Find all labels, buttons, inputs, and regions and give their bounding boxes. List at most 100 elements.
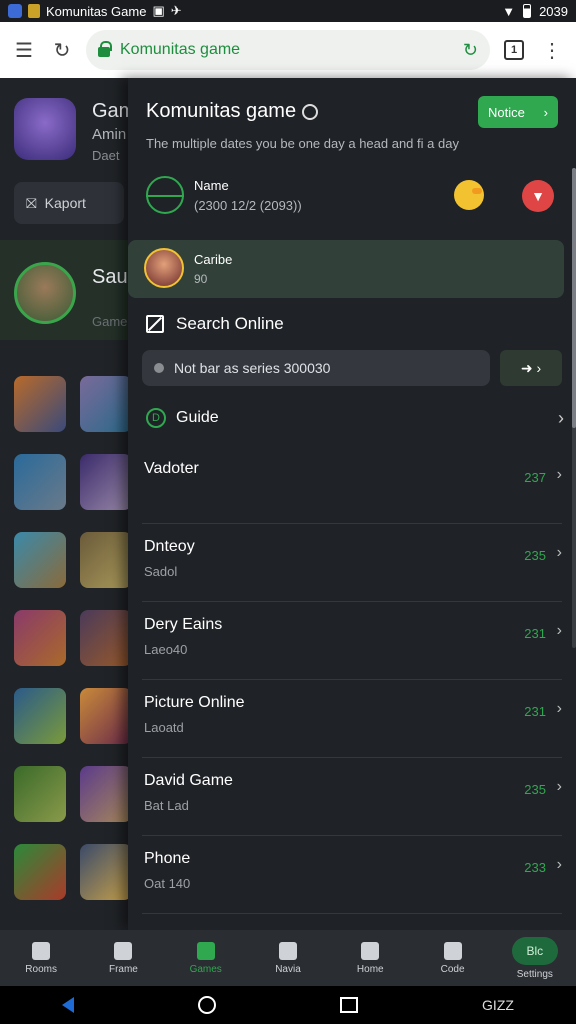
nav-label: Rooms (25, 963, 57, 975)
url-bar[interactable]: Komunitas game ↻ (86, 30, 490, 70)
game-icon (28, 4, 40, 18)
notice-button[interactable]: Notice › (478, 96, 558, 128)
guide-icon: D (146, 408, 166, 428)
profile-ring-icon (146, 176, 184, 214)
row-subtitle: Bat Lad (144, 798, 189, 813)
guide-row[interactable]: D Guide › (146, 404, 564, 432)
community-panel: Komunitas game Notice › The multiple dat… (128, 78, 576, 930)
chevron-right-icon: › (556, 622, 562, 639)
nav-frame[interactable]: Frame (82, 930, 164, 986)
back-icon[interactable] (62, 997, 74, 1013)
status-dot-icon (154, 363, 164, 373)
scrollbar-thumb[interactable] (572, 168, 576, 428)
nav-navia[interactable]: Navia (247, 930, 329, 986)
game-thumb[interactable] (80, 376, 132, 432)
player-avatar[interactable] (14, 262, 76, 324)
forward-button[interactable]: ➜ › (500, 350, 562, 386)
bottom-nav: Rooms Frame Games Navia Home Code Blc Se… (0, 930, 576, 986)
row-count: 237 (524, 470, 546, 485)
nav-home[interactable]: Home (329, 930, 411, 986)
game-thumb[interactable] (80, 844, 132, 900)
arrow-right-icon: ➜ › (520, 359, 542, 376)
game-thumb[interactable] (14, 376, 66, 432)
chevron-right-icon: › (543, 104, 548, 120)
nav-label: Home (356, 963, 384, 975)
game-thumb[interactable] (14, 766, 66, 822)
game-thumb[interactable] (80, 454, 132, 510)
star-icon (278, 941, 297, 960)
list-item[interactable]: Dery Eains Laeo40 231 › (142, 604, 562, 680)
report-icon: ⛝ (26, 194, 37, 211)
member-name: Caribe (194, 252, 233, 267)
panel-title-row: Komunitas game (146, 100, 319, 123)
status-bar: Komunitas Game ▣ ✈ ▼ 2039 (0, 0, 576, 22)
game-thumb[interactable] (80, 688, 132, 744)
member-avatar (144, 248, 184, 288)
chevron-right-icon: › (558, 407, 564, 428)
nav-label: Frame (108, 963, 138, 975)
nav-settings[interactable]: Blc Settings (494, 930, 576, 986)
more-menu-icon[interactable]: ⋮ (538, 36, 566, 64)
games-icon (196, 941, 215, 960)
lock-icon (98, 41, 112, 57)
game-avatar[interactable] (14, 98, 76, 160)
highlighted-member[interactable]: Caribe 90 (128, 240, 564, 298)
row-subtitle: Laeo40 (144, 642, 188, 657)
list-item[interactable]: Phone Oat 140 233 › (142, 838, 562, 914)
watermark: GIZZ (482, 997, 514, 1013)
panel-title: Komunitas game (146, 100, 297, 122)
game-thumb[interactable] (14, 688, 66, 744)
list-item[interactable]: Dnteoy Sadol 235 › (142, 526, 562, 602)
reload-icon[interactable]: ↻ (48, 36, 76, 64)
user-row[interactable]: Name (2300 12/2 (2093)) (128, 170, 576, 226)
row-subtitle: Sadol (144, 564, 178, 579)
list-item[interactable]: Picture Online Laoatd 231 › (142, 682, 562, 758)
panel-description: The multiple dates you be one day a head… (146, 136, 459, 151)
report-label: Kaport (44, 195, 86, 211)
shield-icon: ▣ (152, 3, 165, 18)
nav-code[interactable]: Code (411, 930, 493, 986)
home-icon (32, 941, 51, 960)
row-subtitle: Oat 140 (144, 876, 191, 891)
game-thumb[interactable] (80, 610, 132, 666)
nav-games[interactable]: Games (165, 930, 247, 986)
browser-toolbar: ☰ ↻ Komunitas game ↻ 1 ⋮ (0, 22, 576, 78)
search-heading: Search Online (146, 314, 284, 334)
game-thumb[interactable] (14, 610, 66, 666)
status-time: 2039 (539, 3, 568, 19)
info-icon[interactable] (302, 103, 319, 120)
duck-icon[interactable] (454, 180, 484, 210)
row-count: 231 (524, 704, 546, 719)
menu-icon[interactable]: ☰ (10, 36, 38, 64)
row-count: 235 (524, 782, 546, 797)
game-thumb[interactable] (14, 454, 66, 510)
heart-button[interactable]: ▼ (522, 180, 554, 212)
report-button[interactable]: ⛝ Kaport (14, 182, 124, 224)
tabs-button[interactable]: 1 (500, 36, 528, 64)
refresh-icon[interactable]: ↻ (463, 40, 478, 61)
chevron-down-icon: ▼ (531, 188, 545, 204)
scrollbar[interactable] (572, 168, 576, 648)
search-title: Search Online (176, 314, 284, 333)
row-title: Vadoter (144, 460, 199, 477)
list-item[interactable]: Vadoter 237 › (142, 448, 562, 524)
nav-rooms[interactable]: Rooms (0, 930, 82, 986)
game-thumb[interactable] (14, 844, 66, 900)
app-icon (8, 4, 22, 18)
chevron-right-icon: › (556, 856, 562, 873)
system-nav: GIZZ (0, 986, 576, 1024)
home-button-icon[interactable] (198, 996, 217, 1014)
recents-icon[interactable] (340, 997, 359, 1013)
bg-title-2: Saul (92, 266, 133, 288)
user-name: Name (194, 178, 229, 193)
game-thumb[interactable] (80, 766, 132, 822)
edit-icon[interactable] (146, 315, 164, 333)
chevron-right-icon: › (556, 778, 562, 795)
list-item[interactable]: David Game Bat Lad 235 › (142, 760, 562, 836)
filter-input[interactable]: Not bar as series 300030 (142, 350, 490, 386)
settings-chip: Blc (511, 936, 558, 965)
game-thumb[interactable] (80, 532, 132, 588)
row-count: 235 (524, 548, 546, 563)
game-thumb[interactable] (14, 532, 66, 588)
guide-label: Guide (176, 409, 219, 426)
